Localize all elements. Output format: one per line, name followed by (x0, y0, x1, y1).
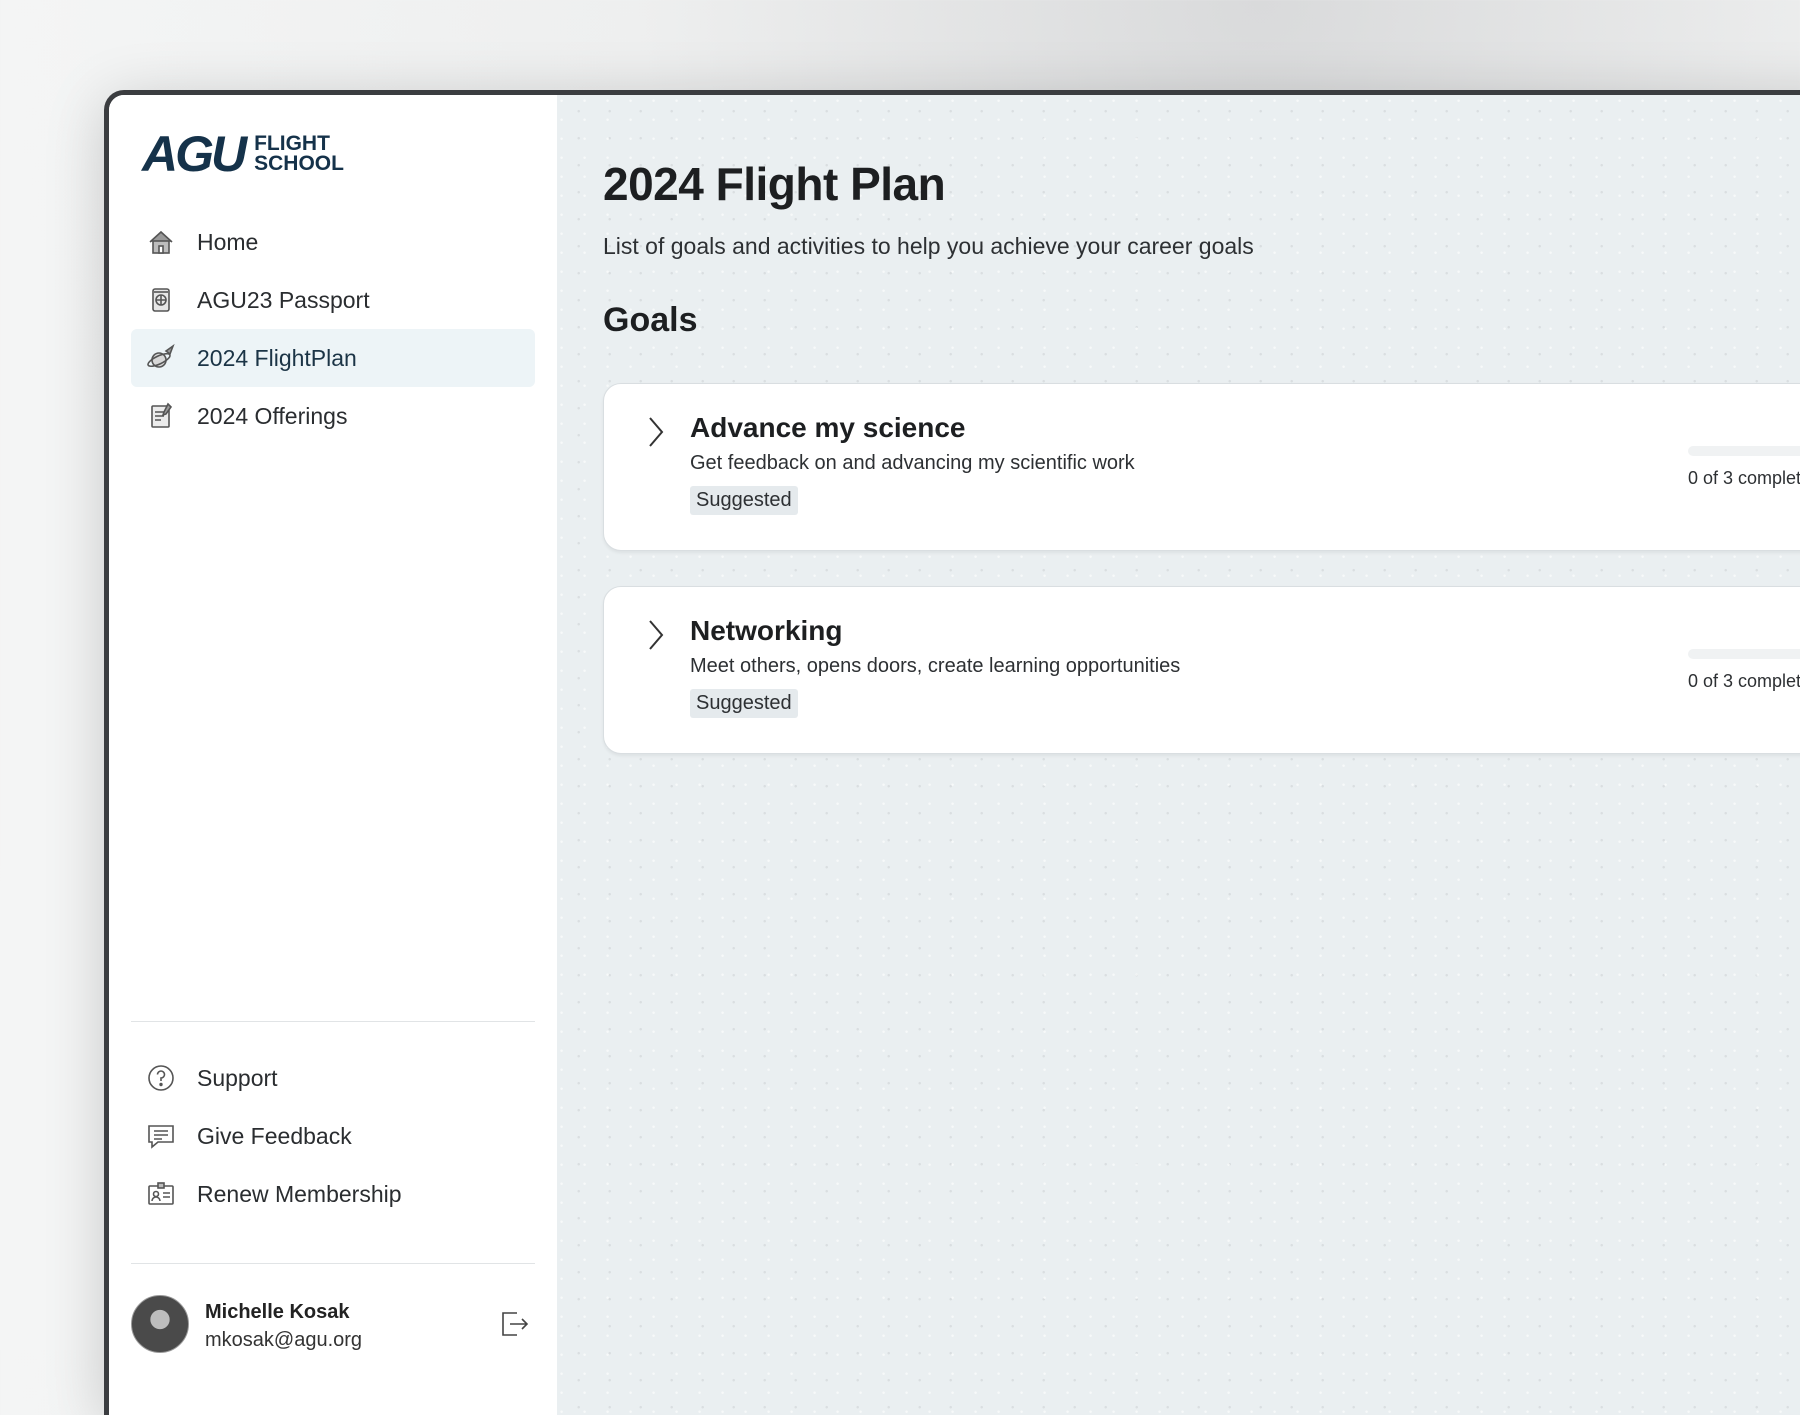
logo-main: AGU (142, 126, 247, 182)
sidebar: AGU FLIGHT SCHOOL Home AGU23 Passport 20… (109, 95, 558, 1415)
sidebar-item-label: AGU23 Passport (197, 286, 370, 313)
goal-title: Networking (690, 615, 843, 646)
goal-card-networking[interactable]: Networking Meet others, opens doors, cre… (603, 586, 1800, 754)
chevron-right-icon[interactable] (642, 414, 668, 450)
user-email: mkosak@agu.org (205, 1329, 363, 1351)
primary-nav: Home AGU23 Passport 2024 FlightPlan 2024… (131, 213, 535, 445)
user-profile[interactable]: Michelle Kosak mkosak@agu.org (131, 1295, 535, 1365)
status-badge: Suggested (690, 689, 798, 718)
section-title-goals: Goals (603, 301, 698, 339)
sidebar-item-label: Home (197, 228, 259, 255)
goal-card-advance-science[interactable]: Advance my science Get feedback on and a… (603, 383, 1800, 551)
membership-card-icon (145, 1178, 177, 1210)
sidebar-item-label: Give Feedback (197, 1122, 352, 1149)
sidebar-item-label: 2024 FlightPlan (197, 344, 357, 371)
main-content: 2024 Flight Plan List of goals and activ… (557, 95, 1800, 1415)
goal-progress-bar (1688, 446, 1800, 456)
sidebar-item-feedback[interactable]: Give Feedback (131, 1107, 535, 1165)
goal-progress-bar (1688, 649, 1800, 659)
home-icon (145, 226, 177, 258)
sidebar-item-label: Renew Membership (197, 1180, 402, 1207)
sidebar-item-offerings[interactable]: 2024 Offerings (131, 387, 535, 445)
feedback-icon (145, 1120, 177, 1152)
clipboard-icon (145, 400, 177, 432)
sidebar-item-flightplan[interactable]: 2024 FlightPlan (131, 329, 535, 387)
logo-subtitle: FLIGHT SCHOOL (254, 133, 344, 175)
logout-icon[interactable] (497, 1307, 531, 1341)
sidebar-item-passport[interactable]: AGU23 Passport (131, 271, 535, 329)
app-window: AGU FLIGHT SCHOOL Home AGU23 Passport 20… (104, 90, 1800, 1415)
goal-title: Advance my science (690, 412, 966, 443)
sidebar-item-label: 2024 Offerings (197, 402, 348, 429)
secondary-nav: Support Give Feedback Renew Membership (131, 1049, 535, 1223)
goal-description: Get feedback on and advancing my scienti… (690, 452, 1135, 474)
status-badge: Suggested (690, 486, 798, 515)
planet-rocket-icon (145, 342, 177, 374)
sidebar-item-label: Support (197, 1064, 278, 1091)
sidebar-item-support[interactable]: Support (131, 1049, 535, 1107)
logo-line-2: SCHOOL (254, 152, 344, 175)
passport-icon (145, 284, 177, 316)
sidebar-item-home[interactable]: Home (131, 213, 535, 271)
help-circle-icon (145, 1062, 177, 1094)
avatar (131, 1295, 189, 1353)
page-title: 2024 Flight Plan (603, 158, 946, 210)
sidebar-divider (131, 1021, 535, 1022)
sidebar-item-renew-membership[interactable]: Renew Membership (131, 1165, 535, 1223)
goal-progress-text: 0 of 3 completed (1688, 468, 1800, 488)
user-name: Michelle Kosak (205, 1301, 350, 1323)
sidebar-divider (131, 1263, 535, 1264)
chevron-right-icon[interactable] (642, 617, 668, 653)
goal-description: Meet others, opens doors, create learnin… (690, 655, 1181, 677)
page-subtitle: List of goals and activities to help you… (603, 233, 1254, 259)
agu-flight-school-logo[interactable]: AGU FLIGHT SCHOOL (142, 129, 344, 179)
goal-progress-text: 0 of 3 completed (1688, 671, 1800, 691)
